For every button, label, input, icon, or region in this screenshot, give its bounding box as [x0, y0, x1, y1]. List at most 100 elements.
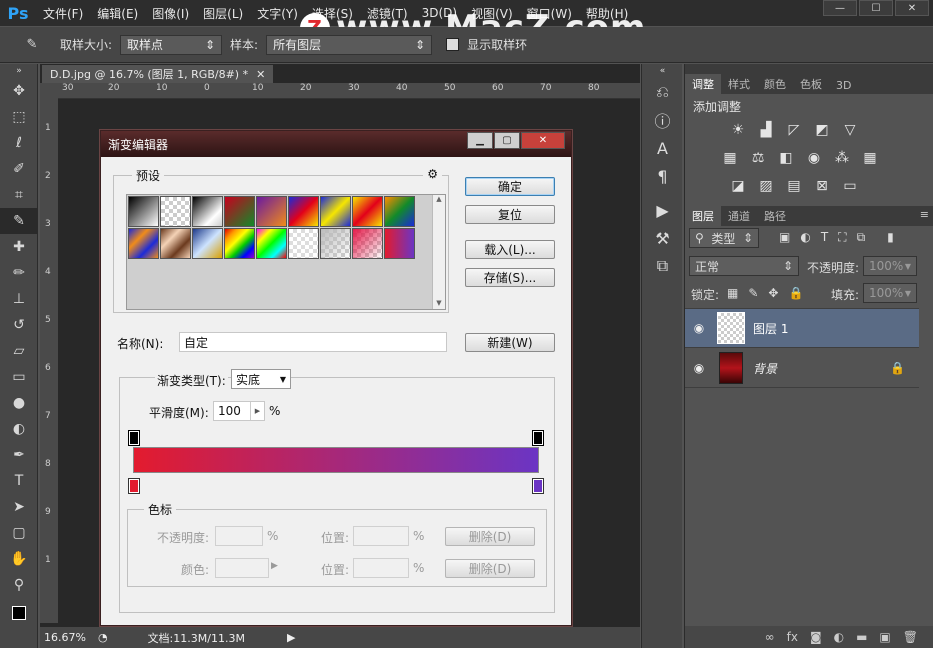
photo-filter-icon[interactable]: ◉	[803, 149, 825, 167]
menu-type[interactable]: 文字(Y)	[250, 5, 305, 22]
preset-swatch[interactable]	[192, 196, 223, 227]
smart-object-filter-icon[interactable]: ⧉	[857, 230, 866, 245]
zoom-level[interactable]: 16.67%	[44, 631, 86, 644]
blend-mode-select[interactable]: 正常 ⇕	[689, 256, 799, 276]
tab-paths[interactable]: 路径	[757, 206, 793, 226]
blur-tool-icon[interactable]: ●	[0, 390, 38, 416]
posterize-icon[interactable]: ▨	[755, 177, 777, 195]
history-icon[interactable]: ⎌	[642, 78, 683, 106]
quick-select-tool-icon[interactable]: ✐	[0, 156, 38, 182]
actions-play-icon[interactable]: ▶	[642, 196, 683, 224]
gradient-map-icon[interactable]: ▭	[839, 177, 861, 195]
tab-color[interactable]: 颜色	[757, 74, 793, 94]
preset-swatch[interactable]	[192, 228, 223, 259]
adjustment-filter-icon[interactable]: ◐	[800, 230, 810, 245]
show-ring-checkbox[interactable]	[446, 38, 460, 51]
menu-layer[interactable]: 图层(L)	[196, 5, 250, 22]
move-tool-icon[interactable]: ✥	[0, 78, 38, 104]
name-field[interactable]: 自定	[179, 332, 447, 352]
ok-button[interactable]: 确定	[465, 177, 555, 196]
lock-position-icon[interactable]: ✥	[768, 286, 778, 300]
maximize-button[interactable]: ☐	[859, 0, 893, 16]
eyedropper-tool-icon[interactable]: ✎	[0, 208, 38, 234]
delete-layer-icon[interactable]: 🗑	[903, 630, 918, 644]
tab-swatches[interactable]: 色板	[793, 74, 829, 94]
eraser-tool-icon[interactable]: ▱	[0, 338, 38, 364]
close-tab-icon[interactable]: ✕	[256, 68, 265, 81]
tab-channels[interactable]: 通道	[721, 206, 757, 226]
dialog-close-button[interactable]: ✕	[521, 132, 565, 149]
hand-tool-icon[interactable]: ✋	[0, 546, 38, 572]
status-info-icon[interactable]: ◔	[98, 631, 108, 644]
black-white-icon[interactable]: ◧	[775, 149, 797, 167]
shape-filter-icon[interactable]: ⛶	[838, 230, 846, 245]
layer-opacity-field[interactable]: 100% ▼	[863, 256, 917, 276]
preset-swatch[interactable]	[256, 228, 287, 259]
preset-swatch[interactable]	[288, 228, 319, 259]
fx-icon[interactable]: fx	[787, 630, 798, 644]
preset-swatch[interactable]	[352, 228, 383, 259]
exposure-icon[interactable]: ◩	[811, 121, 833, 139]
new-group-icon[interactable]: ▬	[856, 630, 867, 644]
layer-name[interactable]: 图层 1	[753, 320, 788, 337]
invert-icon[interactable]: ◪	[727, 177, 749, 195]
menu-file[interactable]: 文件(F)	[36, 5, 90, 22]
sample-select[interactable]: 所有图层 ⇕	[266, 34, 433, 55]
preset-swatch[interactable]	[288, 196, 319, 227]
pen-tool-icon[interactable]: ✒	[0, 442, 38, 468]
layer-row-layer1[interactable]: ◉ 图层 1	[685, 309, 919, 348]
dialog-maximize-button[interactable]: ▢	[494, 132, 520, 149]
selective-color-icon[interactable]: ⊠	[811, 177, 833, 195]
channel-mixer-icon[interactable]: ⁂	[831, 149, 853, 167]
status-menu-arrow-icon[interactable]: ▶	[287, 631, 295, 644]
document-tab[interactable]: D.D.jpg @ 16.7% (图层 1, RGB/8#) * ✕	[42, 65, 274, 83]
color-menu-arrow-icon[interactable]: ▶	[271, 561, 278, 571]
visibility-eye-icon[interactable]: ◉	[685, 361, 713, 375]
opacity-location-field[interactable]	[353, 526, 409, 546]
collapse-icon[interactable]: «	[642, 64, 683, 78]
levels-icon[interactable]: ▟	[755, 121, 777, 139]
dialog-minimize-button[interactable]: ▁	[467, 132, 493, 149]
tab-layers[interactable]: 图层	[685, 206, 721, 226]
new-adjustment-icon[interactable]: ◐	[834, 630, 844, 644]
layer-filter-select[interactable]: ⚲ 类型 ⇕	[689, 228, 759, 248]
stepper-arrow-icon[interactable]: ▶	[250, 402, 264, 420]
marquee-tool-icon[interactable]: ⬚	[0, 104, 38, 130]
character-icon[interactable]: A	[642, 134, 683, 162]
preset-swatch[interactable]	[128, 196, 159, 227]
history-brush-tool-icon[interactable]: ↺	[0, 312, 38, 338]
collapse-icon[interactable]: »	[0, 64, 38, 78]
crop-tool-icon[interactable]: ⌗	[0, 182, 38, 208]
lock-pixels-icon[interactable]: ✎	[748, 286, 758, 300]
color-swatches-icon[interactable]	[0, 598, 38, 628]
color-field[interactable]	[215, 558, 269, 578]
preset-swatch[interactable]	[320, 228, 351, 259]
clone-source-icon[interactable]: ⧉	[642, 252, 683, 280]
paragraph-icon[interactable]: ¶	[642, 162, 683, 190]
smoothness-field[interactable]: 100 ▶	[213, 401, 265, 421]
color-location-field[interactable]	[353, 558, 409, 578]
opacity-stop-right[interactable]	[532, 430, 544, 446]
curves-icon[interactable]: ◸	[783, 121, 805, 139]
color-stop-right[interactable]	[532, 478, 544, 494]
minimize-button[interactable]: —	[823, 0, 857, 16]
lock-transparency-icon[interactable]: ▦	[727, 286, 738, 300]
new-layer-icon[interactable]: ▣	[879, 630, 890, 644]
preset-swatch[interactable]	[224, 196, 255, 227]
new-button[interactable]: 新建(W)	[465, 333, 555, 352]
hue-saturation-icon[interactable]: ▦	[719, 149, 741, 167]
close-button[interactable]: ✕	[895, 0, 929, 16]
save-button[interactable]: 存储(S)...	[465, 268, 555, 287]
sample-size-select[interactable]: 取样点 ⇕	[120, 34, 223, 55]
delete-color-stop-button[interactable]: 删除(D)	[445, 559, 535, 578]
zoom-tool-icon[interactable]: ⚲	[0, 572, 38, 598]
tab-styles[interactable]: 样式	[721, 74, 757, 94]
delete-opacity-stop-button[interactable]: 删除(D)	[445, 527, 535, 546]
opacity-stop-left[interactable]	[128, 430, 140, 446]
brush-tool-icon[interactable]: ✏	[0, 260, 38, 286]
layer-row-background[interactable]: ◉ 背景 🔒	[685, 349, 919, 388]
dodge-tool-icon[interactable]: ◐	[0, 416, 38, 442]
type-filter-icon[interactable]: T	[821, 230, 828, 245]
preset-swatch[interactable]	[224, 228, 255, 259]
opacity-field[interactable]	[215, 526, 263, 546]
